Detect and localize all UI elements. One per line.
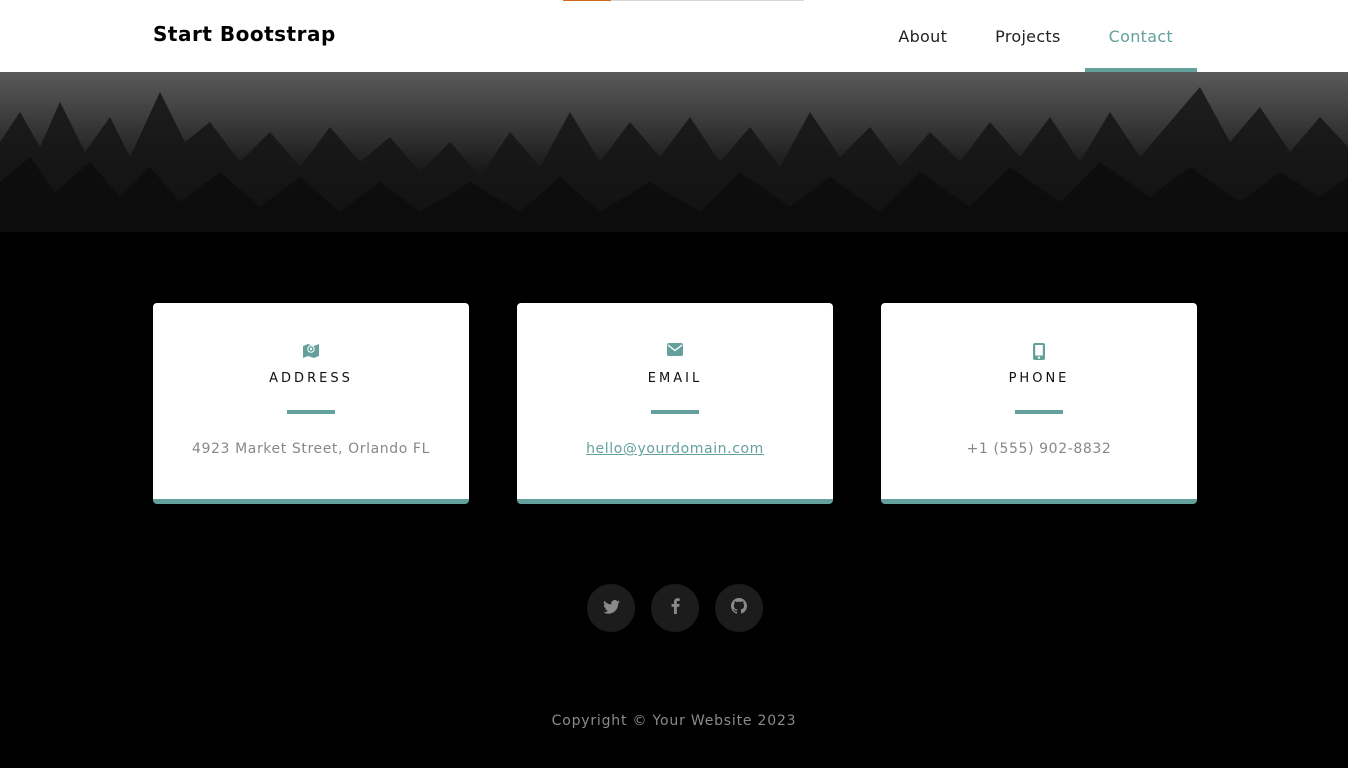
divider — [651, 410, 699, 414]
email-link[interactable]: hello@yourdomain.com — [517, 441, 833, 457]
facebook-icon — [671, 598, 680, 618]
card-title: PHONE — [1008, 371, 1070, 386]
mobile-phone-icon — [881, 343, 1197, 360]
github-icon — [731, 598, 747, 618]
card-title: EMAIL — [647, 371, 703, 386]
divider — [287, 410, 335, 414]
nav-item-about[interactable]: About — [874, 0, 971, 72]
address-card: ADDRESS 4923 Market Street, Orlando FL — [153, 303, 469, 504]
twitter-icon — [602, 599, 620, 618]
map-icon — [153, 343, 469, 359]
email-card: EMAIL hello@yourdomain.com — [517, 303, 833, 504]
copyright-text: Copyright © Your Website 2023 — [551, 713, 797, 729]
envelope-icon — [517, 343, 833, 356]
nav-item-projects[interactable]: Projects — [971, 0, 1084, 72]
address-text: 4923 Market Street, Orlando FL — [192, 441, 430, 457]
divider — [1015, 410, 1063, 414]
brand-link[interactable]: Start Bootstrap — [153, 22, 336, 46]
navbar: Start Bootstrap About Projects Contact — [0, 0, 1348, 72]
hero-forest-image — [0, 72, 1348, 232]
github-button[interactable] — [715, 584, 763, 632]
twitter-button[interactable] — [587, 584, 635, 632]
phone-text: +1 (555) 902-8832 — [966, 441, 1112, 457]
scroll-progress-fill — [563, 0, 611, 1]
card-title: ADDRESS — [269, 371, 353, 386]
phone-card: PHONE +1 (555) 902-8832 — [881, 303, 1197, 504]
nav-item-contact[interactable]: Contact — [1084, 0, 1198, 72]
nav-menu: About Projects Contact — [874, 0, 1198, 72]
facebook-button[interactable] — [651, 584, 699, 632]
